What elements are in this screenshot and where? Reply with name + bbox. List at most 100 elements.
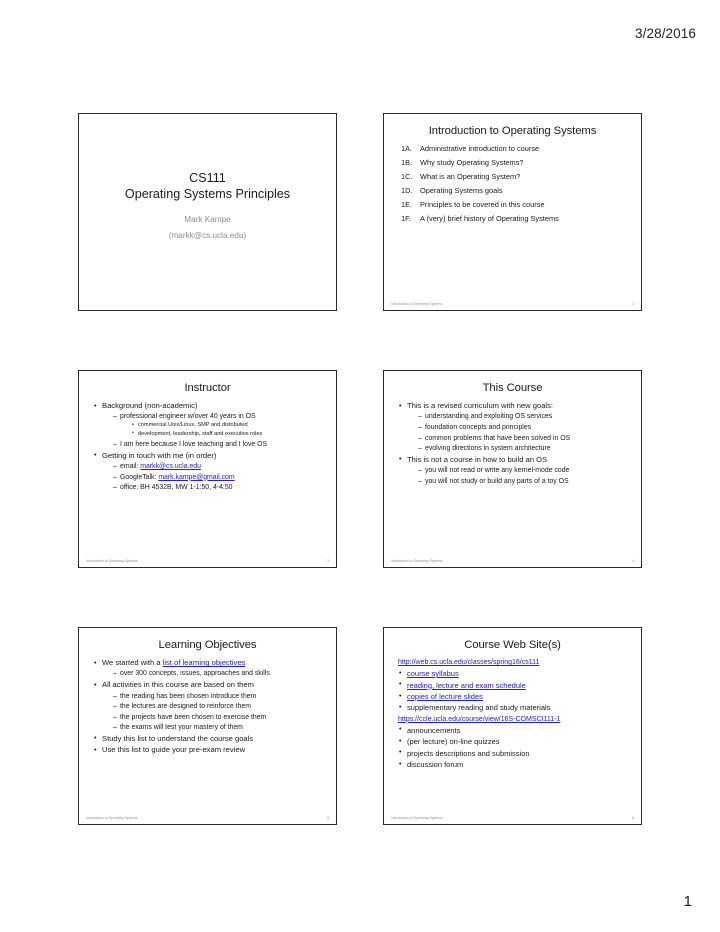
outline-item[interactable]: 1F. A (very) brief history of Operating …: [401, 214, 630, 224]
bullet-engineer-label: professional engineer w/over 40 years in…: [120, 413, 256, 421]
lecture-slides-link[interactable]: copies of lecture slides: [407, 692, 483, 701]
bullet-development-label: development, leadership, staff and execu…: [138, 430, 263, 437]
bullet-background: Background (non-academic) professional e…: [93, 402, 327, 449]
item-lecture-slides: copies of lecture slides: [397, 693, 632, 701]
item-announcements-label: announcements: [407, 725, 461, 735]
outline-item[interactable]: 1C. What is an Operating System?: [401, 172, 630, 182]
page-date: 3/28/2016: [635, 26, 696, 41]
item-course-syllabus: course syllabus: [397, 670, 632, 678]
outline-list: 1A. Administrative introduction to cours…: [391, 144, 634, 224]
course-code: CS111: [189, 171, 226, 185]
outline-item-label: Administrative introduction to course: [420, 144, 540, 154]
bullet-lectures-label: the lectures are designed to reinforce t…: [120, 703, 251, 711]
bullet-revised-curriculum-label: This is a revised curriculum with new go…: [407, 401, 554, 411]
outline-item-number: 1B.: [401, 158, 413, 168]
contact-googletalk: GoogleTalk: mark.kampe@gmail.com: [113, 473, 327, 482]
outline-item[interactable]: 1E. Principles to be covered in this cou…: [401, 200, 630, 210]
slide-4-this-course[interactable]: This Course This is a revised curriculum…: [383, 370, 642, 568]
outline-item-label: What is an Operating System?: [420, 172, 521, 182]
web-url-row: http://web.cs.ucla.edu/classes/spring16/…: [397, 659, 632, 666]
contact-googletalk-label: GoogleTalk:: [120, 473, 159, 481]
bullet-engineer: professional engineer w/over 40 years in…: [113, 413, 327, 437]
bullet-exams-label: the exams will test your mastery of them: [120, 724, 243, 732]
instructor-bullets: Background (non-academic) professional e…: [86, 402, 329, 492]
slide-5-title: Learning Objectives: [158, 639, 257, 651]
title-slide-inner: CS111 Operating Systems Principles Mark …: [79, 170, 336, 242]
contact-googletalk-link[interactable]: mark.kampe@gmail.com: [158, 474, 234, 481]
slide-3-instructor[interactable]: Instructor Background (non-academic) pro…: [78, 370, 337, 568]
bullet-we-started: We started with a list of learning objec…: [93, 659, 327, 678]
contact-office-label: office: BH 4532B, MW 1-1:50, 4-4:50: [120, 484, 233, 492]
ccle-url-link[interactable]: https://ccle.ucla.edu/course/view/16S-CO…: [398, 716, 560, 723]
bullet-common-problems-label: common problems that have been solved in…: [425, 434, 571, 442]
slide-1-body: CS111 Operating Systems Principles Mark …: [79, 114, 336, 296]
bullet-toy-os-label: you will not study or build any parts of…: [425, 477, 569, 485]
bullet-we-started-label: We started with a: [102, 658, 163, 668]
contact-email: email: markk@cs.ucla.edu: [113, 463, 327, 471]
bullet-toy-os: you will not study or build any parts of…: [418, 477, 632, 486]
slide-5-learning-objectives[interactable]: Learning Objectives We started with a li…: [78, 627, 337, 825]
bullet-evolving-label: evolving directions in system architectu…: [425, 445, 551, 453]
slide-5-body: Learning Objectives We started with a li…: [79, 628, 336, 810]
outline-item[interactable]: 1B. Why study Operating Systems?: [401, 158, 630, 168]
outline-item-label: Operating Systems goals: [420, 186, 503, 196]
item-discussion-forum: discussion forum: [397, 761, 632, 769]
item-supplementary-label: supplementary reading and study material…: [407, 703, 551, 713]
item-supplementary: supplementary reading and study material…: [397, 704, 632, 712]
outline-item-number: 1A.: [401, 144, 413, 154]
bullet-understanding: understanding and exploiting OS services: [418, 413, 632, 421]
bullet-projects: the projects have been chosen to exercis…: [113, 714, 327, 722]
slide-footer-number: 3: [327, 558, 329, 563]
slide-6-body: Course Web Site(s) http://web.cs.ucla.ed…: [384, 628, 641, 810]
not-course-sublist: you will not read or write any kernel-mo…: [407, 467, 632, 485]
bullet-commercial: commercial Unix/Linux, SMP and distribut…: [132, 422, 327, 429]
outline-item-number: 1D.: [401, 186, 413, 196]
course-syllabus-link[interactable]: course syllabus: [407, 669, 459, 678]
slide-1-title[interactable]: CS111 Operating Systems Principles Mark …: [78, 113, 337, 311]
item-announcements: announcements: [397, 725, 632, 735]
web-sites-list: http://web.cs.ucla.edu/classes/spring16/…: [391, 659, 634, 769]
bullet-all-activities-label: All activities in this course are based …: [102, 680, 254, 690]
contact-email-link[interactable]: markk@cs.ucla.edu: [140, 463, 201, 470]
item-projects-label: projects descriptions and submission: [407, 748, 530, 758]
outline-item[interactable]: 1A. Administrative introduction to cours…: [401, 144, 630, 154]
slide-2-outline[interactable]: Introduction to Operating Systems 1A. Ad…: [383, 113, 642, 311]
slide-footer-text: Introduction to Operating Systems: [86, 815, 138, 820]
bullet-common-problems: common problems that have been solved in…: [418, 434, 632, 443]
bullet-over-300: over 300 concepts, issues, approaches an…: [113, 670, 327, 678]
contact-sublist: email: markk@cs.ucla.edu GoogleTalk: mar…: [102, 463, 327, 492]
outline-item-label: Principles to be covered in this course: [420, 200, 545, 210]
bullet-development: development, leadership, staff and execu…: [132, 430, 327, 438]
bullet-foundation: foundation concepts and principles: [418, 424, 632, 432]
slide-3-body: Instructor Background (non-academic) pro…: [79, 371, 336, 553]
bullet-lectures: the lectures are designed to reinforce t…: [113, 703, 327, 711]
outline-item[interactable]: 1D. Operating Systems goals: [401, 186, 630, 196]
slide-2-footer: Introduction to Operating Systems 2: [391, 302, 634, 306]
slide-3-footer: Introduction to Operating Systems 3: [86, 558, 329, 563]
bullet-kernel-mode: you will not read or write any kernel-mo…: [418, 467, 632, 475]
course-title: Operating Systems Principles: [124, 187, 291, 202]
bullet-over-300-label: over 300 concepts, issues, approaches an…: [120, 670, 270, 678]
slide-5-footer: Introduction to Operating Systems 5: [86, 815, 329, 820]
item-discussion-forum-label: discussion forum: [407, 760, 464, 770]
activities-sublist: the reading has been chosen introduce th…: [102, 693, 327, 732]
bullet-here-because: I am here because I love teaching and I …: [113, 441, 327, 449]
course-web-url-link[interactable]: http://web.cs.ucla.edu/classes/spring16/…: [398, 659, 539, 666]
outline-item-label: A (very) brief history of Operating Syst…: [420, 214, 559, 224]
background-sublist: professional engineer w/over 40 years in…: [102, 413, 327, 448]
outline-item-number: 1E.: [401, 200, 413, 210]
slide-6-footer: Introduction to Operating Systems 6: [391, 816, 634, 820]
engineer-sublist: commercial Unix/Linux, SMP and distribut…: [120, 422, 327, 438]
bullet-getting-in-touch: Getting in touch with me (in order) emai…: [93, 451, 327, 492]
author-email: (markk@cs.ucla.edu): [168, 231, 247, 241]
ccle-url-row: https://ccle.ucla.edu/course/view/16S-CO…: [397, 716, 632, 723]
bullet-reading-label: the reading has been chosen introduce th…: [120, 692, 257, 700]
slide-6-course-web-sites[interactable]: Course Web Site(s) http://web.cs.ucla.ed…: [383, 627, 642, 825]
schedule-link[interactable]: reading, lecture and exam schedule: [407, 681, 526, 690]
slide-4-title: This Course: [482, 382, 543, 394]
bullet-study-list-label: Study this list to understand the course…: [102, 733, 254, 743]
slide-6-title: Course Web Site(s): [464, 639, 561, 651]
learning-objectives-link[interactable]: list of learning objectives: [163, 658, 246, 667]
item-schedule: reading, lecture and exam schedule: [397, 681, 632, 690]
slide-footer-text: Introduction to Operating Systems: [391, 558, 443, 563]
